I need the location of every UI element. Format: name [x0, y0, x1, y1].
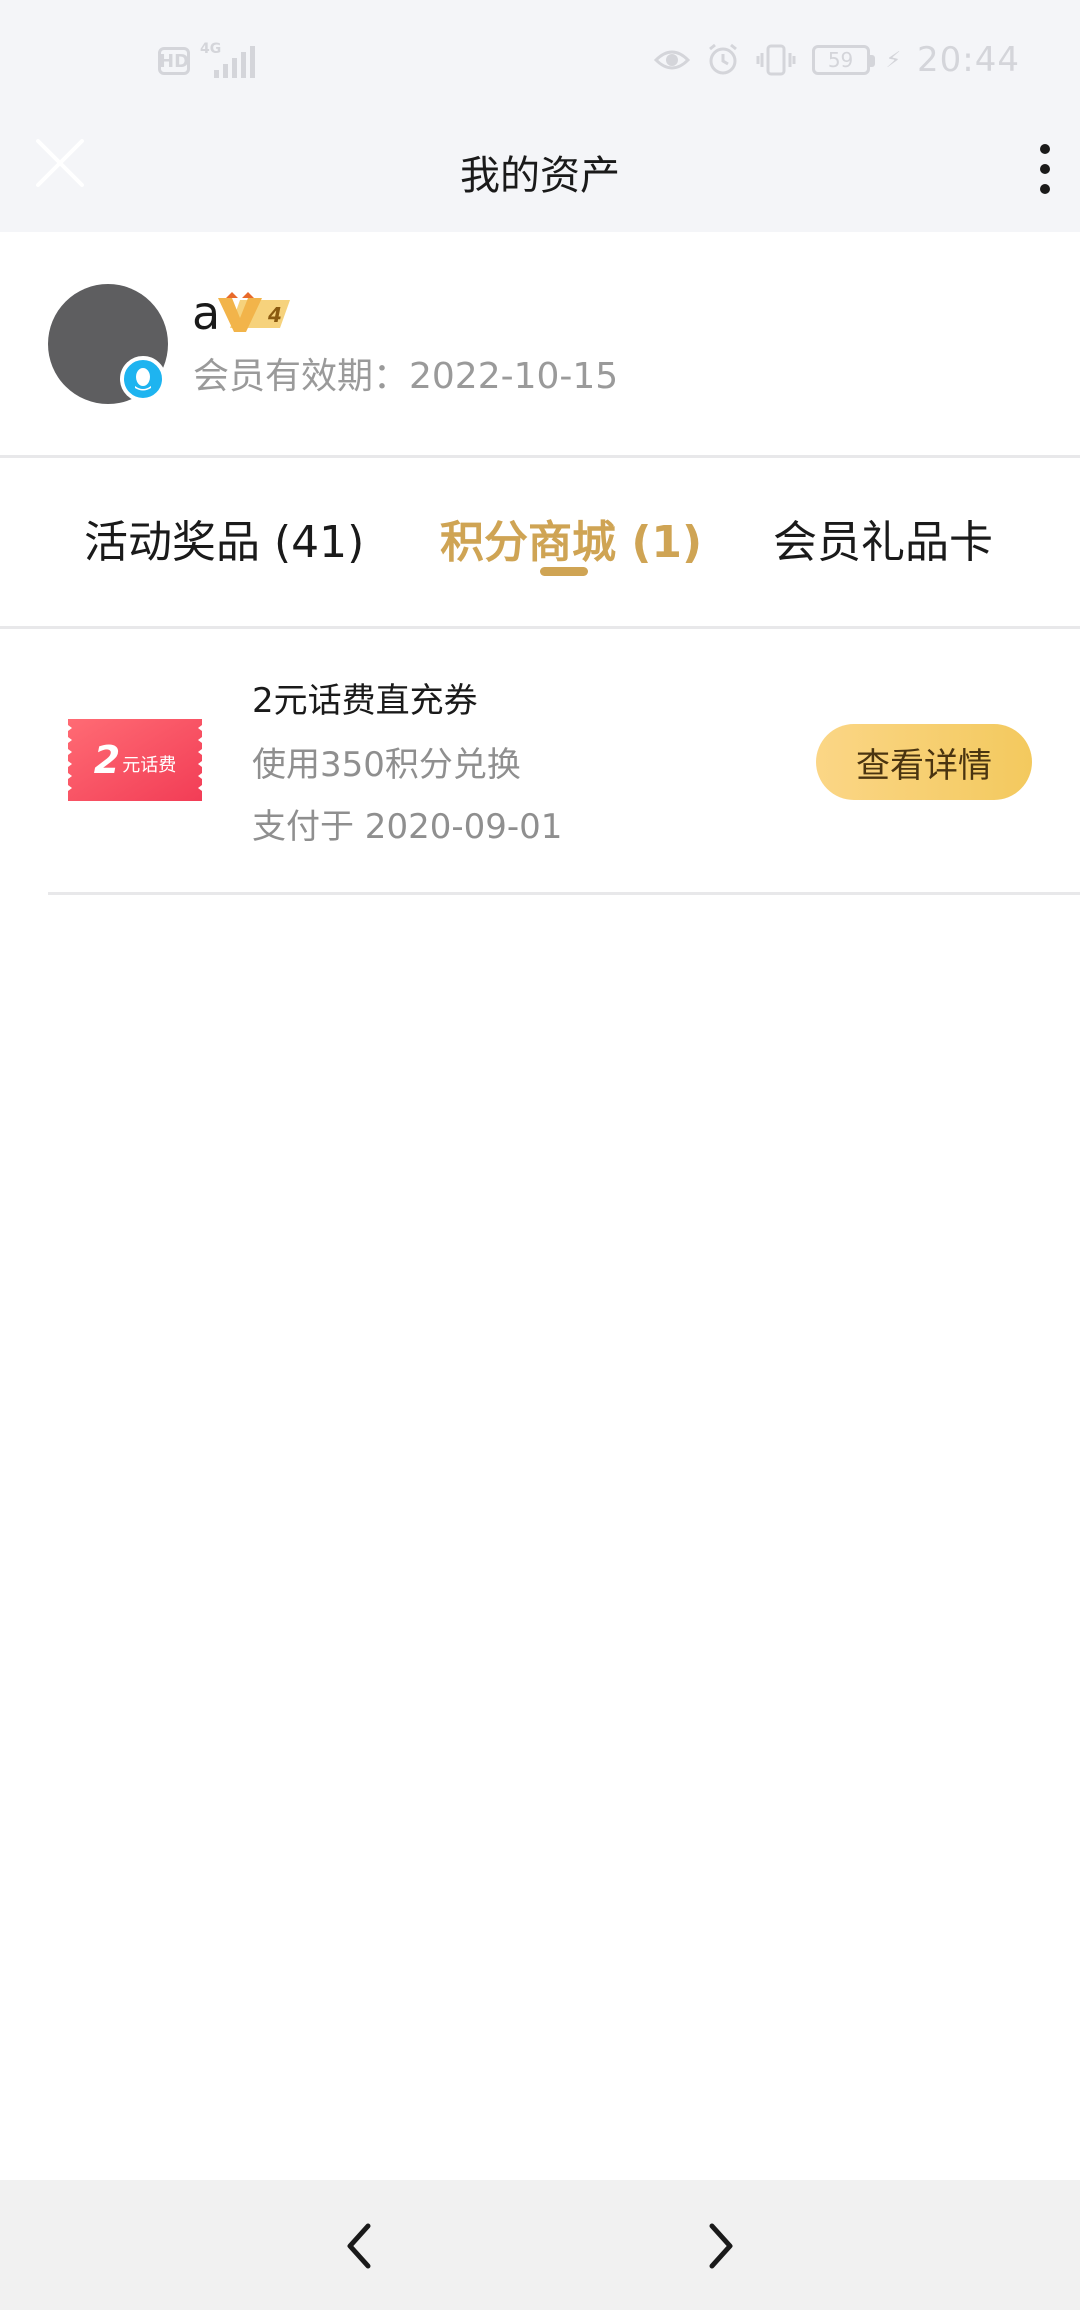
view-details-button[interactable]: 查看详情: [816, 724, 1032, 800]
status-bar: HD 4G 59 ⚡ 20:44: [0, 0, 1080, 125]
profile-divider: [0, 455, 1080, 458]
tab-active-indicator: [540, 567, 588, 576]
more-vertical-icon[interactable]: [1030, 141, 1060, 197]
eye-icon: [653, 50, 690, 70]
title-bar: 我的资产: [0, 125, 1080, 232]
status-time: 20:44: [917, 40, 1020, 80]
chevron-right-icon[interactable]: [696, 2220, 744, 2272]
coupon-amount: 2: [93, 738, 121, 782]
coupon-label: 元话费: [122, 755, 177, 776]
page-title: 我的资产: [460, 153, 620, 199]
charging-icon: ⚡: [885, 47, 902, 73]
vibrate-icon: [756, 44, 796, 76]
battery-level: 59: [827, 48, 854, 72]
item-divider: [48, 892, 1080, 895]
chevron-left-icon[interactable]: [336, 2220, 384, 2272]
battery-icon: 59: [811, 45, 875, 75]
tabs-divider: [0, 626, 1080, 629]
signal-icon: 4G: [200, 42, 258, 78]
qq-penguin-icon: [120, 356, 166, 402]
coupon-thumbnail: 2 元话费: [68, 719, 202, 801]
list-item[interactable]: 2 元话费 2元话费直充券 使用350积分兑换 支付于 2020-09-01 查…: [0, 630, 1080, 895]
hd-icon: HD: [158, 47, 190, 75]
membership-expiry: 会员有效期：2022-10-15: [193, 356, 619, 397]
vip-level: 4: [267, 303, 282, 327]
alarm-icon: [708, 43, 737, 75]
profile-section: a 4 会员有效期：2022-10-15: [0, 232, 1080, 457]
page: HD 4G 59 ⚡ 20:44 我的资产 a 4 会员有效期：2022-10-…: [0, 0, 1080, 2310]
tab-activity-prizes[interactable]: 活动奖品 (41): [84, 506, 364, 570]
vip-level-icon: 4: [218, 292, 290, 332]
bottom-navigation: [0, 2180, 1080, 2310]
item-date: 支付于 2020-09-01: [252, 807, 563, 847]
tab-bar: 活动奖品 (41) 积分商城 (1) 会员礼品卡: [0, 460, 1080, 626]
tab-points-mall[interactable]: 积分商城 (1): [440, 506, 702, 570]
tab-member-gift-card[interactable]: 会员礼品卡: [773, 506, 993, 570]
status-right: 59 ⚡ 20:44: [653, 40, 1020, 80]
item-description: 使用350积分兑换: [252, 745, 521, 785]
status-left: HD 4G: [158, 42, 258, 78]
item-title: 2元话费直充券: [252, 681, 478, 721]
user-name: a: [192, 286, 221, 340]
